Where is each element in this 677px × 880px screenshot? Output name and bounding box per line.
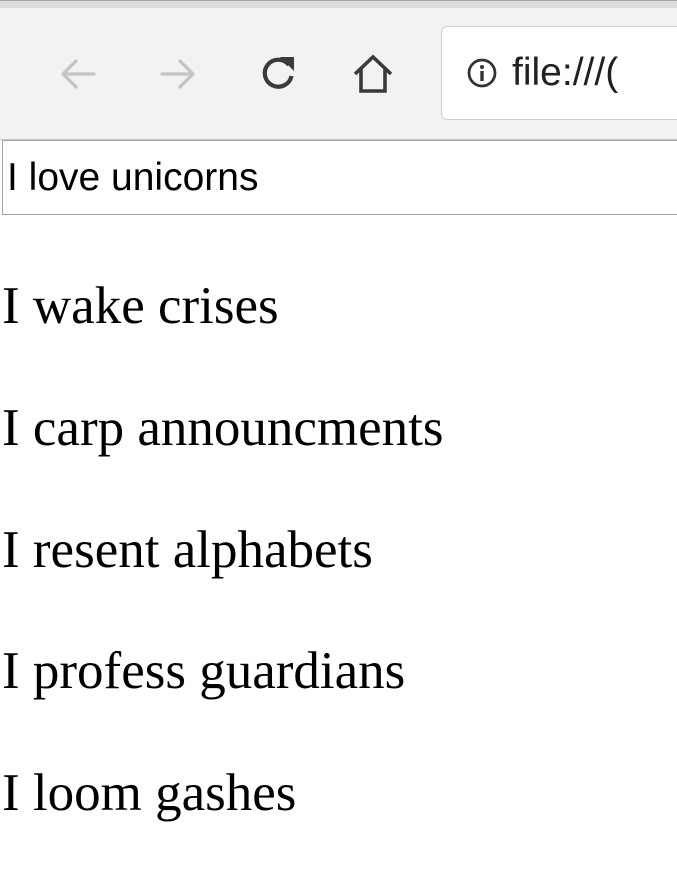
reload-icon [262, 57, 294, 89]
url-text: file:///( [512, 51, 619, 94]
forward-button[interactable] [150, 46, 206, 102]
text-input[interactable] [2, 140, 677, 215]
address-bar[interactable]: file:///( [441, 26, 677, 120]
info-icon[interactable] [467, 58, 497, 88]
back-button[interactable] [50, 46, 106, 102]
reload-button[interactable] [250, 46, 306, 102]
text-line: I wake crises [2, 277, 279, 335]
window-frame-edge [0, 0, 677, 8]
text-line: I loom gashes [2, 764, 297, 822]
back-arrow-icon [61, 59, 96, 89]
home-icon [353, 54, 393, 93]
forward-arrow-icon [160, 59, 195, 89]
text-line: I carp announcments [2, 399, 444, 457]
browser-toolbar: file:///( [0, 0, 677, 140]
home-button[interactable] [345, 46, 401, 102]
text-line: I profess guardians [2, 642, 406, 700]
text-line: I resent alphabets [2, 521, 373, 579]
